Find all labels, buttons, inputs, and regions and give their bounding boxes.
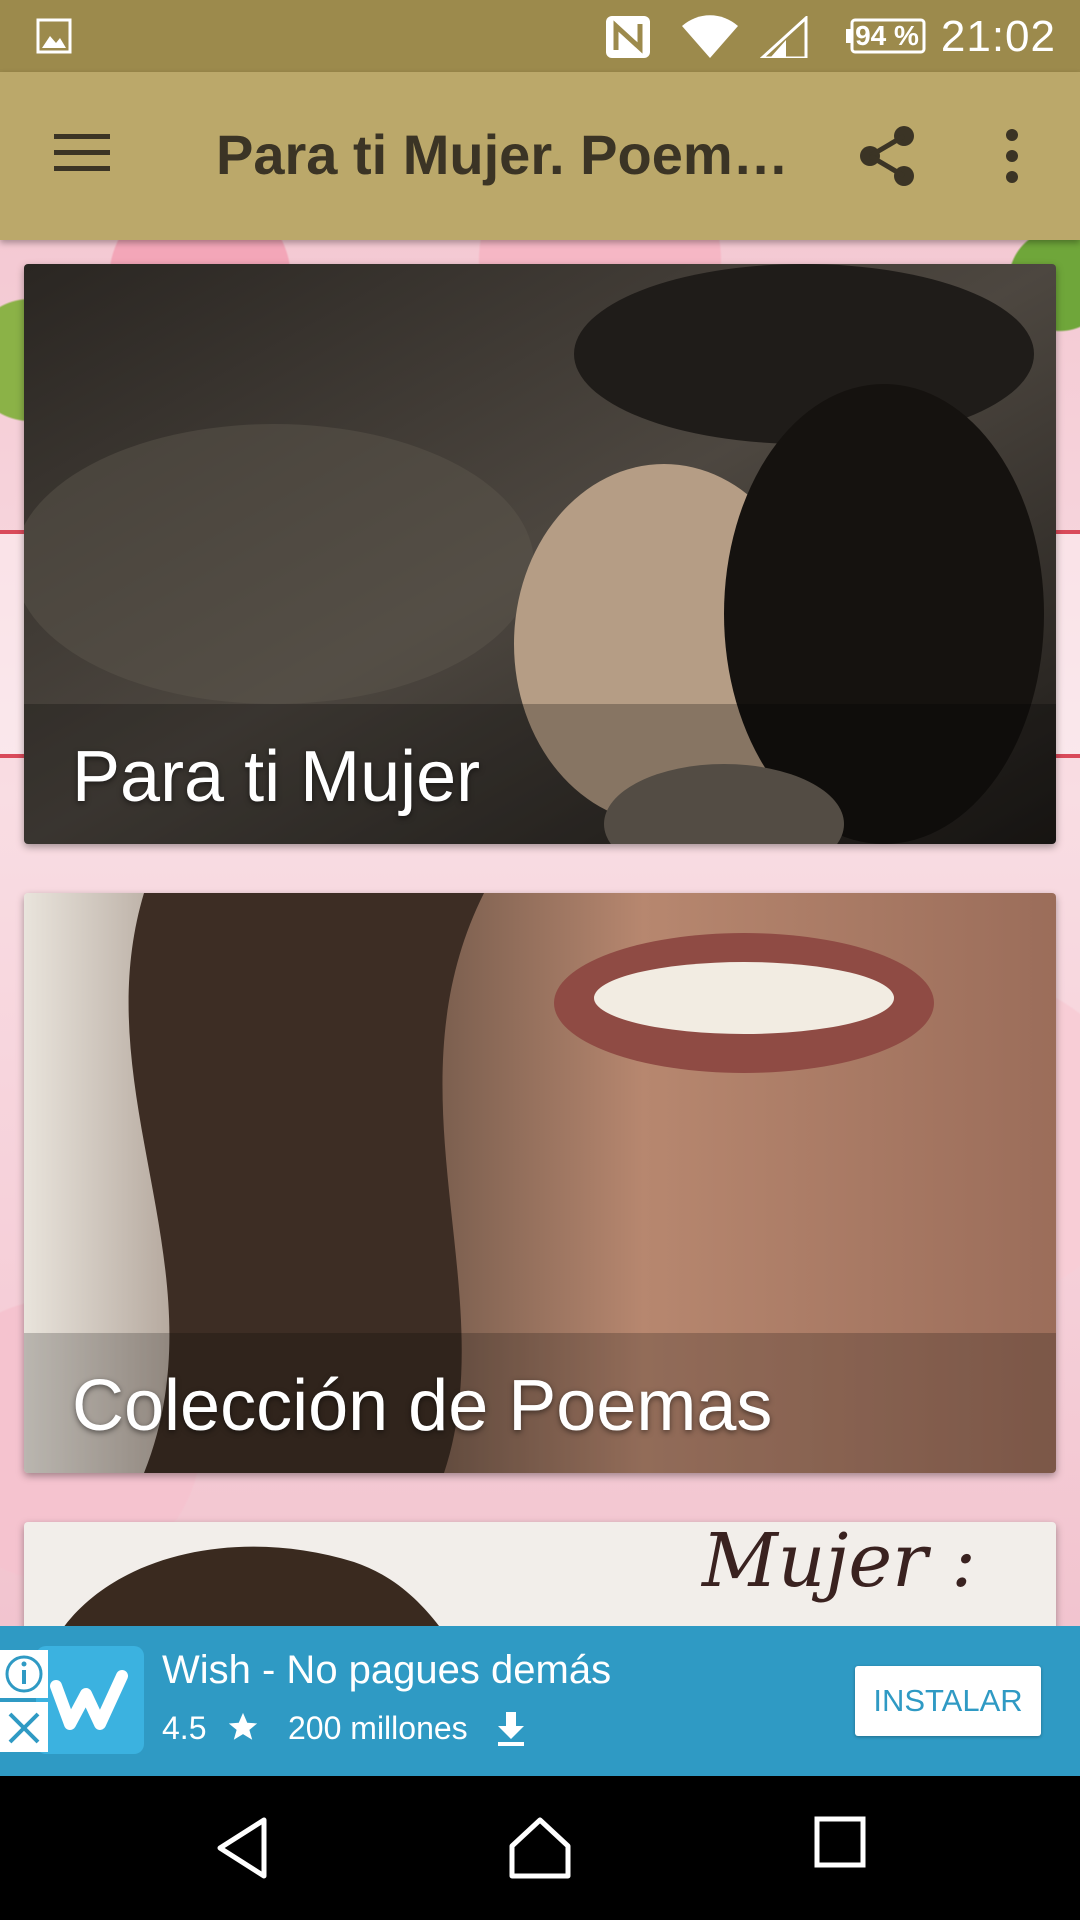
menu-icon[interactable] — [52, 132, 112, 174]
card-label: Para ti Mujer — [72, 737, 481, 817]
card-script-text: Mujer : — [702, 1522, 976, 1604]
back-icon[interactable] — [214, 1816, 270, 1880]
card-label: Colección de Poemas — [72, 1366, 773, 1446]
recents-icon[interactable] — [814, 1816, 866, 1868]
nfc-icon — [606, 16, 650, 58]
card-mujer[interactable]: Mujer : — [24, 1522, 1056, 1626]
ad-close-icon[interactable] — [0, 1702, 48, 1752]
signal-icon — [760, 16, 808, 58]
wish-logo — [36, 1646, 144, 1754]
app-bar: Para ti Mujer. Poem… — [0, 72, 1080, 240]
download-icon — [498, 1712, 524, 1746]
share-icon[interactable] — [858, 124, 918, 188]
ad-title: Wish - No pagues demás — [162, 1648, 612, 1692]
battery-percentage: 94 % — [855, 20, 919, 51]
ad-downloads: 200 millones — [288, 1710, 468, 1746]
page-title: Para ti Mujer. Poem… — [216, 123, 786, 186]
ad-rating: 4.5 — [162, 1710, 207, 1746]
ad-banner[interactable]: Wish - No pagues demás 4.5 200 millones … — [0, 1626, 1080, 1776]
install-button[interactable]: INSTALAR — [855, 1666, 1041, 1736]
ad-info-icon[interactable] — [0, 1650, 48, 1698]
card-coleccion-de-poemas[interactable]: Colección de Poemas — [24, 893, 1056, 1473]
content-area: Para ti Mujer Colección de Poemas Mujer — [0, 240, 1080, 1626]
home-icon[interactable] — [508, 1816, 572, 1880]
status-bar: 94 % 21:02 — [0, 0, 1080, 72]
more-vert-icon[interactable] — [1000, 128, 1024, 184]
clock: 21:02 — [940, 12, 1056, 61]
navigation-bar — [0, 1776, 1080, 1920]
card-para-ti-mujer[interactable]: Para ti Mujer — [24, 264, 1056, 844]
star-icon — [228, 1712, 258, 1740]
wifi-icon — [682, 15, 738, 58]
gallery-icon — [36, 18, 72, 54]
